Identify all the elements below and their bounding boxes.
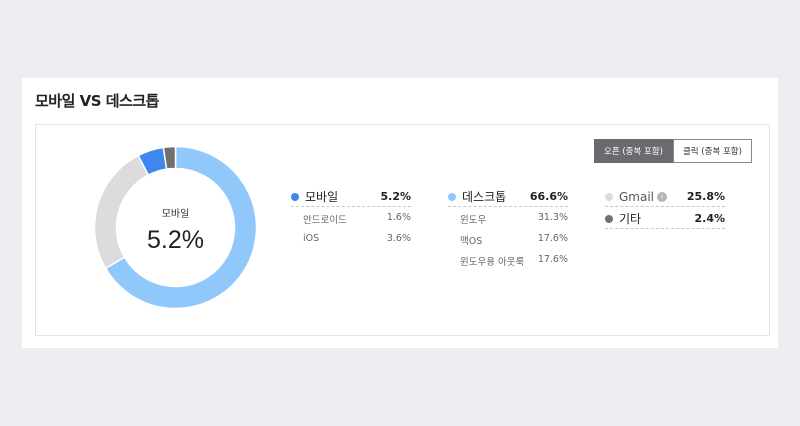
gmail-legend-dot (605, 192, 613, 201)
gmail-label: Gmail (619, 189, 655, 204)
desktop-pct: 66.6% (529, 190, 568, 203)
other-legend-dot (605, 214, 613, 223)
list-item: iOS 3.6% (303, 233, 411, 244)
info-icon[interactable]: i (657, 192, 668, 202)
list-item: 윈도우 31.3% (460, 212, 568, 226)
donut-center-label: 모바일 (161, 209, 190, 220)
stats-panel: 모바일 5.2% 모바일 5.2% 안드로이드 1.6% iOS 3.6% 데스… (35, 124, 770, 336)
mobile-column: 모바일 5.2% 안드로이드 1.6% iOS 3.6% (291, 187, 411, 249)
list-item: 안드로이드 1.6% (303, 212, 411, 226)
list-item: 윈도우용 아웃룩 17.6% (460, 254, 568, 268)
mobile-label: 모바일 (305, 190, 339, 204)
gmail-pct: 25.8% (686, 190, 725, 203)
mobile-legend-dot (291, 192, 299, 201)
desktop-legend-dot (448, 192, 456, 201)
mobile-vs-desktop-card: 모바일 VS 데스크톱 모바일 5.2% 모바일 5.2% 안드로이드 1.6%… (22, 78, 778, 348)
mobile-summary-row: 모바일 5.2% (291, 187, 411, 207)
opens-toggle-button[interactable]: 오픈 (중복 포함) (594, 139, 673, 163)
other-pct: 2.4% (694, 212, 725, 225)
metric-toggle: 오픈 (중복 포함) 클릭 (중복 포함) (594, 139, 752, 163)
donut-center-value: 5.2% (147, 226, 204, 254)
other-summary-row: 기타 2.4% (605, 209, 725, 229)
desktop-summary-row: 데스크톱 66.6% (448, 187, 568, 207)
other-column: Gmail i 25.8% 기타 2.4% (605, 187, 725, 229)
list-item: 맥OS 17.6% (460, 233, 568, 247)
mobile-pct: 5.2% (380, 190, 411, 203)
section-title: 모바일 VS 데스크톱 (35, 92, 159, 110)
other-label: 기타 (619, 212, 642, 226)
gmail-summary-row: Gmail i 25.8% (605, 187, 725, 207)
desktop-label: 데스크톱 (462, 190, 507, 204)
desktop-column: 데스크톱 66.6% 윈도우 31.3% 맥OS 17.6% 윈도우용 아웃룩 … (448, 187, 568, 270)
clicks-toggle-button[interactable]: 클릭 (중복 포함) (672, 139, 752, 163)
